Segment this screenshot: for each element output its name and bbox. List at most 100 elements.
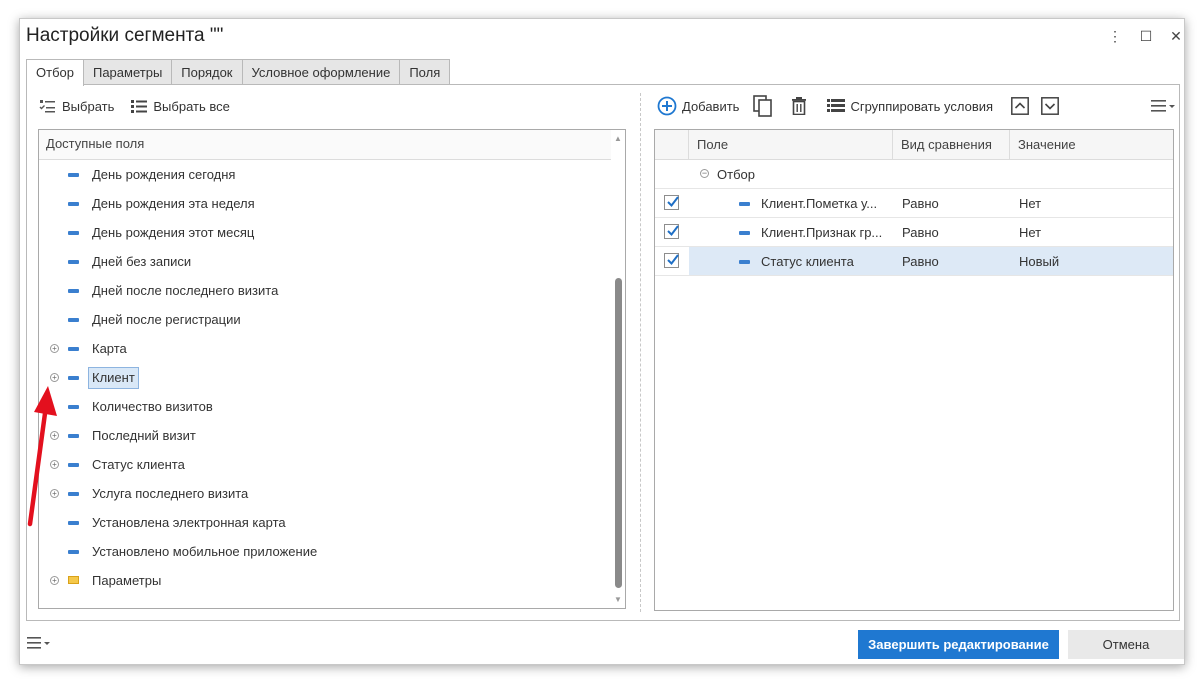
check-icon	[667, 254, 679, 266]
field-icon	[68, 521, 79, 525]
cell-field[interactable]: Статус клиента	[761, 247, 854, 276]
grid-check-column	[655, 130, 689, 159]
filter-tab-panel: Выбрать Выбрать все Доступные поля День …	[26, 84, 1180, 621]
add-circle-icon	[657, 96, 677, 116]
group-conditions-button[interactable]: Сгруппировать условия	[827, 99, 993, 114]
tree-item-label: День рождения сегодня	[92, 167, 236, 182]
copy-button[interactable]	[753, 95, 773, 117]
cell-value[interactable]: Нет	[1019, 189, 1041, 218]
field-icon	[68, 376, 79, 380]
cell-value[interactable]: Нет	[1019, 218, 1041, 247]
row-checkbox[interactable]	[664, 195, 679, 210]
tree-item[interactable]: + Последний визит	[39, 421, 625, 450]
tree-item[interactable]: Дней без записи	[39, 247, 625, 276]
select-icon	[39, 100, 55, 113]
add-button[interactable]: Добавить	[657, 96, 739, 116]
tab-4[interactable]: Поля	[399, 59, 451, 85]
chevron-up-icon	[1011, 97, 1029, 115]
tree-item[interactable]: День рождения этот месяц	[39, 218, 625, 247]
add-label: Добавить	[682, 98, 740, 114]
expand-icon[interactable]: +	[50, 373, 59, 382]
tab-0[interactable]: Отбор	[26, 59, 84, 86]
tree-item[interactable]: Установлена электронная карта	[39, 508, 625, 537]
tab-1[interactable]: Параметры	[82, 59, 173, 85]
row-checkbox[interactable]	[664, 224, 679, 239]
field-icon	[68, 231, 79, 235]
scroll-thumb[interactable]	[615, 278, 622, 588]
expand-icon[interactable]: +	[50, 344, 59, 353]
tree-item[interactable]: + Услуга последнего визита	[39, 479, 625, 508]
cell-field[interactable]: Клиент.Признак гр...	[761, 218, 882, 247]
chevron-down-icon	[1041, 97, 1059, 115]
scroll-up-icon[interactable]: ▲	[614, 134, 622, 143]
tree-item[interactable]: + Параметры	[39, 566, 625, 595]
grid-group-row[interactable]: − Отбор	[655, 160, 1173, 189]
tree-item[interactable]: + Клиент	[39, 363, 625, 392]
field-icon	[68, 347, 79, 351]
select-button[interactable]: Выбрать	[39, 99, 114, 114]
tree-item[interactable]: День рождения сегодня	[39, 160, 625, 189]
available-fields-tree: Доступные поля День рождения сегодня День…	[38, 129, 626, 609]
grid-row[interactable]: Клиент.Признак гр... Равно Нет	[655, 218, 1173, 247]
field-icon	[68, 318, 79, 322]
group-icon	[827, 99, 846, 112]
tree-item-label: Установлено мобильное приложение	[92, 544, 318, 559]
tree-item-label: День рождения эта неделя	[92, 196, 255, 211]
form-menu-button[interactable]	[27, 636, 53, 653]
cell-field[interactable]: Клиент.Пометка у...	[761, 189, 877, 218]
tree-header: Доступные поля	[39, 130, 625, 160]
delete-button[interactable]	[791, 97, 807, 115]
maximize-icon[interactable]: ☐	[1137, 27, 1155, 45]
tree-item[interactable]: + Карта	[39, 334, 625, 363]
tree-item[interactable]: Дней после последнего визита	[39, 276, 625, 305]
tree-item[interactable]: День рождения эта неделя	[39, 189, 625, 218]
tree-item-label: Дней без записи	[92, 254, 192, 269]
scroll-down-icon[interactable]: ▼	[614, 595, 622, 604]
cell-comparison[interactable]: Равно	[902, 218, 939, 247]
tab-2[interactable]: Порядок	[171, 59, 243, 85]
move-down-button[interactable]	[1041, 97, 1059, 115]
copy-icon	[753, 95, 773, 117]
cell-comparison[interactable]: Равно	[902, 247, 939, 276]
grid-rows: Клиент.Пометка у... Равно Нет Клиент.Призна…	[655, 189, 1173, 276]
more-icon[interactable]: ⋮	[1106, 27, 1124, 45]
tree-item-label: Количество визитов	[92, 399, 213, 414]
tree-item-label: День рождения этот месяц	[92, 225, 255, 240]
column-comparison[interactable]: Вид сравнения	[893, 130, 1010, 159]
tree-scrollbar[interactable]: ▲ ▼	[611, 130, 625, 608]
more-actions-button[interactable]	[1151, 99, 1177, 113]
collapse-icon[interactable]: −	[700, 169, 709, 178]
cell-comparison[interactable]: Равно	[902, 189, 939, 218]
field-icon	[739, 260, 750, 264]
tree-item[interactable]: Установлено мобильное приложение	[39, 537, 625, 566]
tree-item-label: Последний визит	[92, 428, 196, 443]
segment-settings-window: Настройки сегмента "" ⋮ ☐ ✕ Отбор Парамет…	[19, 18, 1185, 665]
close-icon[interactable]: ✕	[1167, 27, 1185, 45]
expand-icon[interactable]: +	[50, 576, 59, 585]
move-up-button[interactable]	[1011, 97, 1029, 115]
panel-splitter[interactable]	[640, 93, 641, 612]
finish-editing-button[interactable]: Завершить редактирование	[858, 630, 1059, 659]
tree-item[interactable]: Дней после регистрации	[39, 305, 625, 334]
tree-item[interactable]: + Статус клиента	[39, 450, 625, 479]
column-field[interactable]: Поле	[689, 130, 893, 159]
field-icon	[68, 289, 79, 293]
field-icon	[739, 231, 750, 235]
grid-row[interactable]: Клиент.Пометка у... Равно Нет	[655, 189, 1173, 218]
hamburger-menu-icon	[27, 637, 50, 649]
select-label: Выбрать	[62, 98, 115, 114]
cancel-button[interactable]: Отмена	[1068, 630, 1184, 659]
hamburger-menu-icon	[1151, 100, 1175, 112]
column-value[interactable]: Значение	[1010, 130, 1173, 159]
tree-item-label: Карта	[92, 341, 127, 356]
red-annotation-arrow	[27, 386, 57, 527]
tree-item-label: Услуга последнего визита	[92, 486, 249, 501]
select-all-button[interactable]: Выбрать все	[130, 99, 230, 114]
tab-3[interactable]: Условное оформление	[241, 59, 401, 85]
check-icon	[667, 225, 679, 237]
check-icon	[667, 196, 679, 208]
row-checkbox[interactable]	[664, 253, 679, 268]
cell-value[interactable]: Новый	[1019, 247, 1059, 276]
grid-row[interactable]: Статус клиента Равно Новый	[655, 247, 1173, 276]
tree-item[interactable]: Количество визитов	[39, 392, 625, 421]
